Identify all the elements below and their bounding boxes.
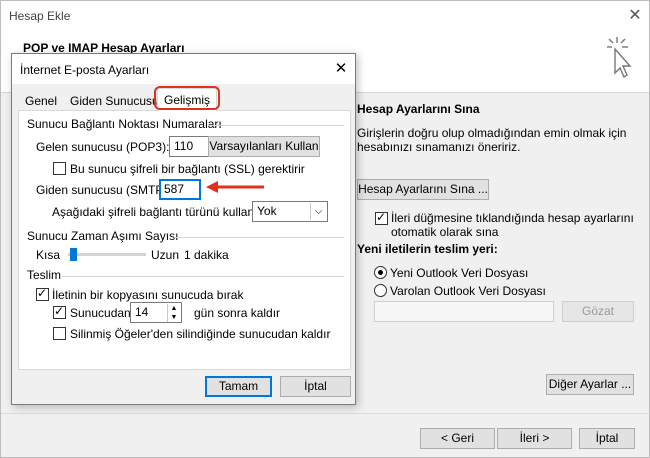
incoming-port-label: Gelen sunucusu (POP3): <box>36 140 170 154</box>
more-settings-button[interactable]: Diğer Ayarlar ... <box>546 374 634 395</box>
outer-close-icon[interactable]: ✕ <box>623 5 647 27</box>
back-button[interactable]: < Geri <box>420 428 495 449</box>
radio-existing-data-file-label: Varolan Outlook Veri Dosyası <box>390 284 546 298</box>
outgoing-port-input[interactable]: 587 <box>159 179 201 200</box>
auto-test-checkbox[interactable] <box>375 210 388 225</box>
group-divider <box>62 276 344 277</box>
encryption-type-select[interactable]: Yok ⌵ <box>252 201 328 222</box>
dialog-close-icon[interactable]: ✕ <box>330 59 352 79</box>
chevron-down-icon: ⌵ <box>310 203 326 220</box>
dialog-cancel-button[interactable]: İptal <box>280 376 351 397</box>
timeout-slider-thumb[interactable] <box>70 248 78 261</box>
remove-after-days-stepper[interactable]: 14 ▲ ▼ <box>130 302 182 323</box>
radio-existing-data-file[interactable] <box>374 284 387 297</box>
red-arrow-icon <box>206 181 264 193</box>
encryption-type-label: Aşağıdaki şifreli bağlantı türünü kullan… <box>52 205 258 219</box>
encryption-type-value: Yok <box>257 204 277 218</box>
outer-titlebar: Hesap Ekle ✕ <box>1 1 649 31</box>
footer-divider <box>1 413 649 414</box>
stepper-down-icon[interactable]: ▼ <box>167 313 180 322</box>
remove-after-label: Sunucudan <box>70 306 131 320</box>
timeout-value: 1 dakika <box>184 248 229 262</box>
timeout-group-title: Sunucu Zaman Aşımı Sayısı <box>27 229 179 243</box>
deliver-to-title: Yeni iletilerin teslim yeri: <box>357 242 498 256</box>
stepper-up-icon[interactable]: ▲ <box>167 304 180 313</box>
outgoing-port-label: Giden sunucusu (SMTP): <box>36 183 171 197</box>
incoming-port-input[interactable]: 110 <box>169 136 213 157</box>
remove-after-days-value: 14 <box>135 305 149 319</box>
server-ports-group-title: Sunucu Bağlantı Noktası Numaraları <box>27 117 222 131</box>
ssl-incoming-checkbox[interactable] <box>53 162 66 175</box>
leave-copy-checkbox[interactable] <box>36 286 49 301</box>
outer-window-title: Hesap Ekle <box>9 9 71 23</box>
remove-deleted-checkbox[interactable] <box>53 327 66 340</box>
group-divider <box>174 237 344 238</box>
radio-new-data-file-label: Yeni Outlook Veri Dosyası <box>390 266 529 280</box>
delivery-group-title: Teslim <box>27 268 62 282</box>
tab-outgoing-server[interactable]: Giden Sunucusu <box>64 91 165 111</box>
internet-email-settings-dialog: İnternet E-posta Ayarları ✕ Genel Giden … <box>11 53 356 405</box>
cursor-click-icon <box>607 37 632 79</box>
ok-button[interactable]: Tamam <box>205 376 272 397</box>
timeout-slider-track[interactable] <box>68 253 146 256</box>
auto-test-label-line2: otomatik olarak sına <box>391 225 499 239</box>
dialog-titlebar: İnternet E-posta Ayarları ✕ <box>12 54 355 84</box>
ssl-incoming-label: Bu sunucu şifreli bir bağlantı (SSL) ger… <box>70 162 305 176</box>
timeout-long-label: Uzun <box>151 248 180 262</box>
remove-deleted-label: Silinmiş Öğeler'den silindiğinde sunucud… <box>70 327 331 341</box>
test-description-line2: hesabınızı sınamanızı öneririz. <box>357 140 521 154</box>
test-section-title: Hesap Ayarlarını Sına <box>357 102 480 116</box>
existing-file-path-input[interactable] <box>374 301 554 322</box>
auto-test-label-line1: İleri düğmesine tıklandığında hesap ayar… <box>391 211 634 225</box>
outer-cancel-button[interactable]: İptal <box>579 428 635 449</box>
remove-after-checkbox[interactable] <box>53 304 66 319</box>
browse-button[interactable]: Gözat <box>562 301 634 322</box>
tab-highlight-box <box>154 86 220 110</box>
tab-general[interactable]: Genel <box>19 91 63 111</box>
dialog-title: İnternet E-posta Ayarları <box>20 63 150 77</box>
next-button[interactable]: İleri > <box>497 428 572 449</box>
test-description-line1: Girişlerin doğru olup olmadığından emin … <box>357 126 627 140</box>
test-settings-button[interactable]: Hesap Ayarlarını Sına ... <box>357 179 489 200</box>
remove-after-suffix: gün sonra kaldır <box>194 306 281 320</box>
leave-copy-label: İletinin bir kopyasını sunucuda bırak <box>52 288 244 302</box>
timeout-short-label: Kısa <box>36 248 61 262</box>
radio-new-data-file[interactable] <box>374 266 387 279</box>
use-defaults-button[interactable]: Varsayılanları Kullan <box>208 136 320 157</box>
group-divider <box>208 125 344 126</box>
